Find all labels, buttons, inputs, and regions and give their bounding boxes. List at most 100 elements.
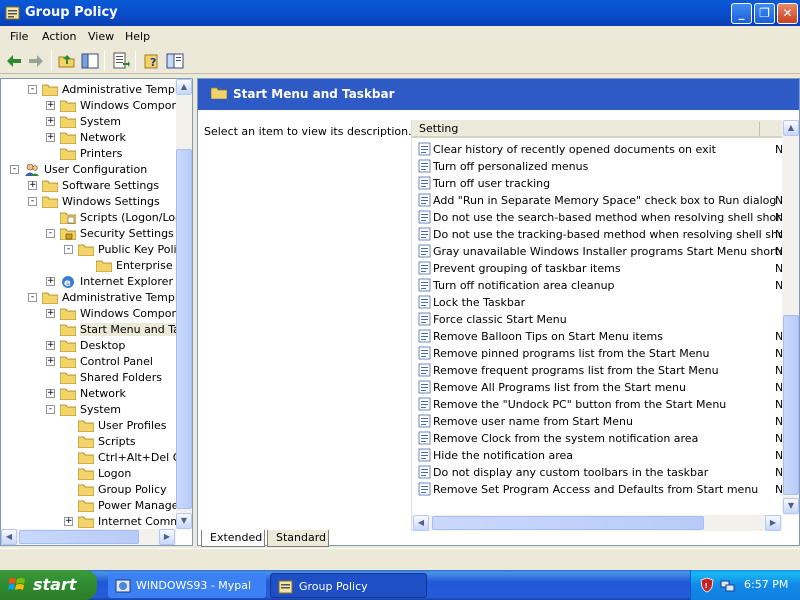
collapse-icon[interactable]: - (46, 405, 55, 414)
setting-row[interactable]: Hide the notification area N (412, 447, 783, 464)
setting-row[interactable]: Prevent grouping of taskbar items N (412, 260, 783, 277)
show-hide-console-tree-icon[interactable] (80, 51, 100, 71)
taskbar-item-group-policy[interactable]: Group Policy (270, 573, 427, 598)
tree-item[interactable]: - Administrative Templates (1, 82, 192, 98)
export-list-icon[interactable] (111, 51, 131, 71)
collapse-icon[interactable]: - (64, 245, 73, 254)
scroll-up-icon[interactable]: ▲ (176, 79, 192, 95)
setting-row[interactable]: Add "Run in Separate Memory Space" check… (412, 192, 799, 209)
setting-row[interactable]: Turn off notification area cleanup N (412, 277, 783, 294)
scroll-down-icon[interactable]: ▼ (176, 513, 192, 529)
collapse-icon[interactable]: - (28, 293, 37, 302)
tree-item[interactable]: +Internet Communication Management (1, 514, 192, 530)
tree-hscroll-thumb[interactable] (19, 530, 139, 544)
tree-item[interactable]: + Network (1, 130, 176, 146)
tree-item[interactable]: - Windows Settings (1, 194, 176, 210)
tree-vertical-scrollbar[interactable]: ▲ ▼ (176, 79, 192, 529)
setting-row[interactable]: Turn off personalized menus (412, 158, 782, 175)
tab-standard[interactable]: Standard (267, 530, 329, 547)
setting-column-header[interactable]: Setting (419, 122, 458, 135)
list-vertical-scrollbar[interactable]: ▲ ▼ (782, 120, 799, 515)
scroll-left-icon[interactable]: ◀ (413, 515, 429, 531)
scroll-up-icon[interactable]: ▲ (783, 120, 799, 136)
list-horizontal-scrollbar[interactable]: ◀ ▶ (412, 515, 782, 531)
expand-icon[interactable]: + (46, 133, 55, 142)
expand-icon[interactable]: + (46, 341, 55, 350)
title-bar[interactable]: Group Policy _ ❐ ✕ (0, 0, 800, 26)
tree-horizontal-scrollbar[interactable]: ◀ ▶ (1, 529, 176, 545)
setting-row[interactable]: Lock the Taskbar (412, 294, 782, 311)
start-button[interactable]: start (0, 570, 97, 600)
expand-icon[interactable]: + (46, 101, 55, 110)
up-one-level-icon[interactable] (57, 51, 77, 71)
expand-icon[interactable]: + (28, 181, 37, 190)
tab-extended[interactable]: Extended (201, 530, 265, 547)
tree-item[interactable]: Ctrl+Alt+Del Options (1, 450, 192, 466)
security-shield-icon[interactable]: ! (699, 577, 715, 593)
taskbar-item-mypal[interactable]: WINDOWS93 - Mypal (108, 573, 266, 598)
tree-item[interactable]: - Administrative Templates (1, 290, 192, 306)
settings-list[interactable]: Setting Clear history of recently opened… (411, 120, 799, 531)
tree-scroll-thumb[interactable] (176, 149, 192, 509)
tree-item[interactable]: + Control Panel (1, 354, 176, 370)
menu-help[interactable]: Help (125, 30, 150, 43)
tree-item[interactable]: Enterprise Trust (1, 258, 192, 274)
collapse-icon[interactable]: - (46, 229, 55, 238)
setting-row[interactable]: Clear history of recently opened documen… (412, 141, 783, 158)
setting-row[interactable]: Do not display any custom toolbars in th… (412, 464, 783, 481)
expand-icon[interactable]: + (46, 117, 55, 126)
setting-row[interactable]: Remove pinned programs list from the Sta… (412, 345, 783, 362)
tree-item[interactable]: Shared Folders (1, 370, 176, 386)
tree-item[interactable]: - Public Key Policies (1, 242, 192, 258)
forward-arrow-icon[interactable] (26, 51, 46, 71)
scroll-down-icon[interactable]: ▼ (783, 498, 799, 514)
setting-row[interactable]: Remove user name from Start Menu N (412, 413, 783, 430)
tree-item[interactable]: + Software Settings (1, 178, 176, 194)
console-tree[interactable]: - Administrative Templates + Windows Compon… (0, 78, 193, 546)
setting-row[interactable]: Gray unavailable Windows Installer progr… (412, 243, 799, 260)
scroll-right-icon[interactable]: ▶ (159, 529, 175, 545)
tree-item[interactable]: Group Policy (1, 482, 176, 498)
list-scroll-thumb[interactable] (783, 315, 799, 495)
expand-icon[interactable]: + (46, 357, 55, 366)
tree-item[interactable]: + Windows Components (1, 306, 192, 322)
tree-item[interactable]: Logon (1, 466, 176, 482)
tree-item[interactable]: + System (1, 114, 176, 130)
collapse-icon[interactable]: - (28, 85, 37, 94)
tree-item[interactable]: Printers (1, 146, 176, 162)
tree-item[interactable]: - Security Settings (1, 226, 176, 242)
menu-action[interactable]: Action (42, 30, 76, 43)
expand-icon[interactable]: + (46, 309, 55, 318)
tree-item[interactable]: +eInternet Explorer Maintenance (1, 274, 192, 290)
help-icon[interactable]: ? (142, 51, 162, 71)
minimize-button[interactable]: _ (731, 3, 752, 24)
properties-icon[interactable] (165, 51, 185, 71)
tree-item[interactable]: + Windows Components (1, 98, 192, 114)
menu-view[interactable]: View (88, 30, 114, 43)
tree-item[interactable]: Scripts (Logon/Logoff) (1, 210, 192, 226)
back-arrow-icon[interactable] (4, 51, 24, 71)
network-icon[interactable] (719, 577, 735, 593)
tree-item[interactable]: + Desktop (1, 338, 176, 354)
setting-row[interactable]: Do not use the tracking-based method whe… (412, 226, 799, 243)
setting-row[interactable]: Remove Balloon Tips on Start Menu items N (412, 328, 783, 345)
close-button[interactable]: ✕ (777, 3, 798, 24)
tree-item[interactable]: - User Configuration (1, 162, 176, 178)
setting-row[interactable]: Remove All Programs list from the Start … (412, 379, 783, 396)
tree-item[interactable]: - System (1, 402, 176, 418)
tree-item[interactable]: Start Menu and Taskbar (1, 322, 192, 338)
tree-item[interactable]: Power Management (1, 498, 192, 514)
scroll-left-icon[interactable]: ◀ (1, 529, 17, 545)
expand-icon[interactable]: + (64, 517, 73, 526)
setting-row[interactable]: Remove frequent programs list from the S… (412, 362, 783, 379)
setting-row[interactable]: Turn off user tracking (412, 175, 782, 192)
restore-button[interactable]: ❐ (754, 3, 775, 24)
collapse-icon[interactable]: - (10, 165, 19, 174)
scroll-right-icon[interactable]: ▶ (765, 515, 781, 531)
menu-file[interactable]: File (10, 30, 28, 43)
tree-item[interactable]: Scripts (1, 434, 176, 450)
setting-row[interactable]: Remove Clock from the system notificatio… (412, 430, 783, 447)
tree-item[interactable]: + Network (1, 386, 176, 402)
collapse-icon[interactable]: - (28, 197, 37, 206)
list-hscroll-thumb[interactable] (432, 516, 704, 530)
